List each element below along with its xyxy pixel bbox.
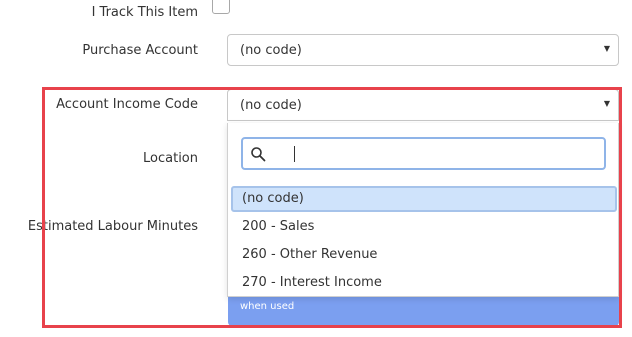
highlight-box xyxy=(42,87,622,328)
track-item-checkbox[interactable] xyxy=(212,0,230,14)
purchase-account-value: (no code) xyxy=(240,43,302,58)
purchase-account-select[interactable]: (no code) ▼ xyxy=(227,34,619,66)
track-item-label: I Track This Item xyxy=(91,5,198,20)
purchase-account-label: Purchase Account xyxy=(82,43,198,58)
caret-down-icon: ▼ xyxy=(603,44,610,53)
item-settings-form: I Track This Item Purchase Account (no c… xyxy=(0,0,632,337)
